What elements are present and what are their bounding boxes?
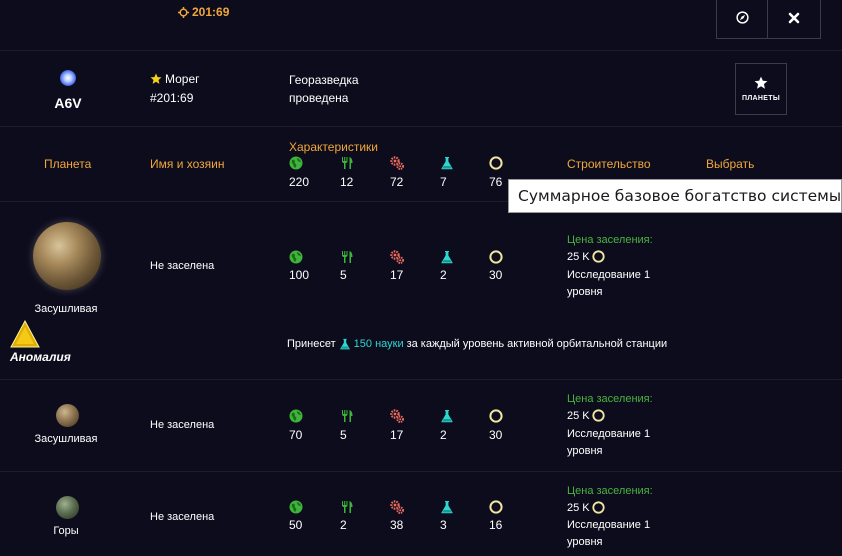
owner-name: Морег: [165, 72, 200, 86]
flask-icon: [440, 156, 454, 170]
price-text: 25 K: [567, 250, 590, 263]
planet-image[interactable]: [33, 222, 101, 290]
metal-value: 100: [289, 268, 310, 282]
metal-value: 50: [289, 518, 303, 532]
food-value: 5: [340, 268, 347, 282]
star-class: A6V: [54, 95, 82, 111]
compass-button[interactable]: [716, 0, 768, 39]
production-value: 38: [390, 518, 404, 532]
flask-icon: [440, 409, 454, 423]
production-value: 17: [390, 268, 404, 282]
col-planet[interactable]: Планета: [44, 157, 91, 171]
survey-status-line1: Георазведка: [289, 73, 359, 87]
science-value: 2: [440, 268, 447, 282]
ring-icon: [489, 500, 503, 514]
planet-type: Горы: [53, 525, 79, 537]
planet-image[interactable]: [56, 404, 79, 427]
price-label: Цена заселения:: [567, 393, 653, 405]
total-food: 12: [340, 175, 354, 189]
header-coords-text: 201:69: [192, 5, 230, 19]
globe-icon: [289, 409, 303, 423]
research-req-line1: Исследование 1: [567, 428, 651, 440]
globe-icon: [289, 250, 303, 264]
total-wealth: 76: [489, 175, 503, 189]
fork-knife-icon: [340, 409, 354, 423]
anomaly-icon: [10, 320, 40, 348]
gears-icon: [390, 500, 404, 514]
star-icon: [754, 76, 768, 89]
ring-icon: [592, 409, 605, 422]
close-icon: [788, 12, 800, 23]
anomaly-label: Аномалия: [10, 350, 71, 364]
research-req-line2: уровня: [567, 536, 603, 548]
research-req-line1: Исследование 1: [567, 519, 651, 531]
price-value: 25 K: [567, 501, 605, 514]
price-label: Цена заселения:: [567, 234, 653, 246]
total-science: 7: [440, 175, 447, 189]
col-select[interactable]: Выбрать: [706, 157, 754, 171]
bonus-suffix: за каждый уровень активной орбитальной с…: [406, 338, 668, 350]
owner-line[interactable]: Морег: [150, 72, 200, 86]
price-value: 25 K: [567, 250, 605, 263]
research-req-line1: Исследование 1: [567, 269, 651, 281]
crosshair-icon: [178, 6, 189, 18]
planet-status: Не заселена: [150, 260, 215, 272]
planet-status: Не заселена: [150, 511, 215, 523]
price-value: 25 K: [567, 409, 605, 422]
price-label: Цена заселения:: [567, 485, 653, 497]
metal-value: 70: [289, 428, 303, 442]
fork-knife-icon: [340, 156, 354, 170]
globe-icon: [289, 500, 303, 514]
ring-icon: [592, 501, 605, 514]
globe-icon: [289, 156, 303, 170]
ring-icon[interactable]: [489, 156, 503, 170]
price-text: 25 K: [567, 501, 590, 514]
compass-icon: [735, 11, 749, 24]
col-name-owner[interactable]: Имя и хозяин: [150, 157, 224, 171]
bonus-value: 150 науки: [353, 338, 404, 350]
planets-button-label: ПЛАНЕТЫ: [742, 95, 780, 102]
food-value: 2: [340, 518, 347, 532]
price-text: 25 K: [567, 409, 590, 422]
ring-icon: [489, 409, 503, 423]
col-characteristics: Характеристики: [289, 140, 378, 154]
planet-image[interactable]: [56, 496, 79, 519]
wealth-tooltip: Суммарное базовое богатство системы: [508, 179, 842, 213]
anomaly-bonus: Принесет 150 науки за каждый уровень акт…: [287, 338, 667, 350]
wealth-value: 30: [489, 428, 503, 442]
planets-button[interactable]: ПЛАНЕТЫ: [735, 63, 787, 115]
col-build[interactable]: Строительство: [567, 157, 651, 171]
star-glow: [60, 70, 76, 86]
gears-icon: [390, 250, 404, 264]
close-button[interactable]: [767, 0, 821, 39]
planet-type: Засушливая: [34, 433, 98, 445]
gears-icon: [390, 409, 404, 423]
star-icon: [150, 73, 162, 84]
food-value: 5: [340, 428, 347, 442]
ring-icon: [592, 250, 605, 263]
wealth-value: 16: [489, 518, 503, 532]
flask-icon: [440, 250, 454, 264]
total-production: 72: [390, 175, 404, 189]
ring-icon: [489, 250, 503, 264]
fork-knife-icon: [340, 500, 354, 514]
science-value: 2: [440, 428, 447, 442]
research-req-line2: уровня: [567, 286, 603, 298]
wealth-value: 30: [489, 268, 503, 282]
science-value: 3: [440, 518, 447, 532]
survey-status-line2: проведена: [289, 91, 349, 105]
owner-coords[interactable]: #201:69: [150, 91, 193, 105]
planet-status: Не заселена: [150, 419, 215, 431]
flask-icon: [440, 500, 454, 514]
bonus-prefix: Принесет: [287, 338, 336, 350]
flask-icon: [339, 338, 351, 350]
total-metal: 220: [289, 175, 310, 189]
fork-knife-icon: [340, 250, 354, 264]
planet-type: Засушливая: [34, 303, 98, 315]
research-req-line2: уровня: [567, 445, 603, 457]
header-coords[interactable]: 201:69: [178, 5, 229, 19]
production-value: 17: [390, 428, 404, 442]
gears-icon: [390, 156, 404, 170]
